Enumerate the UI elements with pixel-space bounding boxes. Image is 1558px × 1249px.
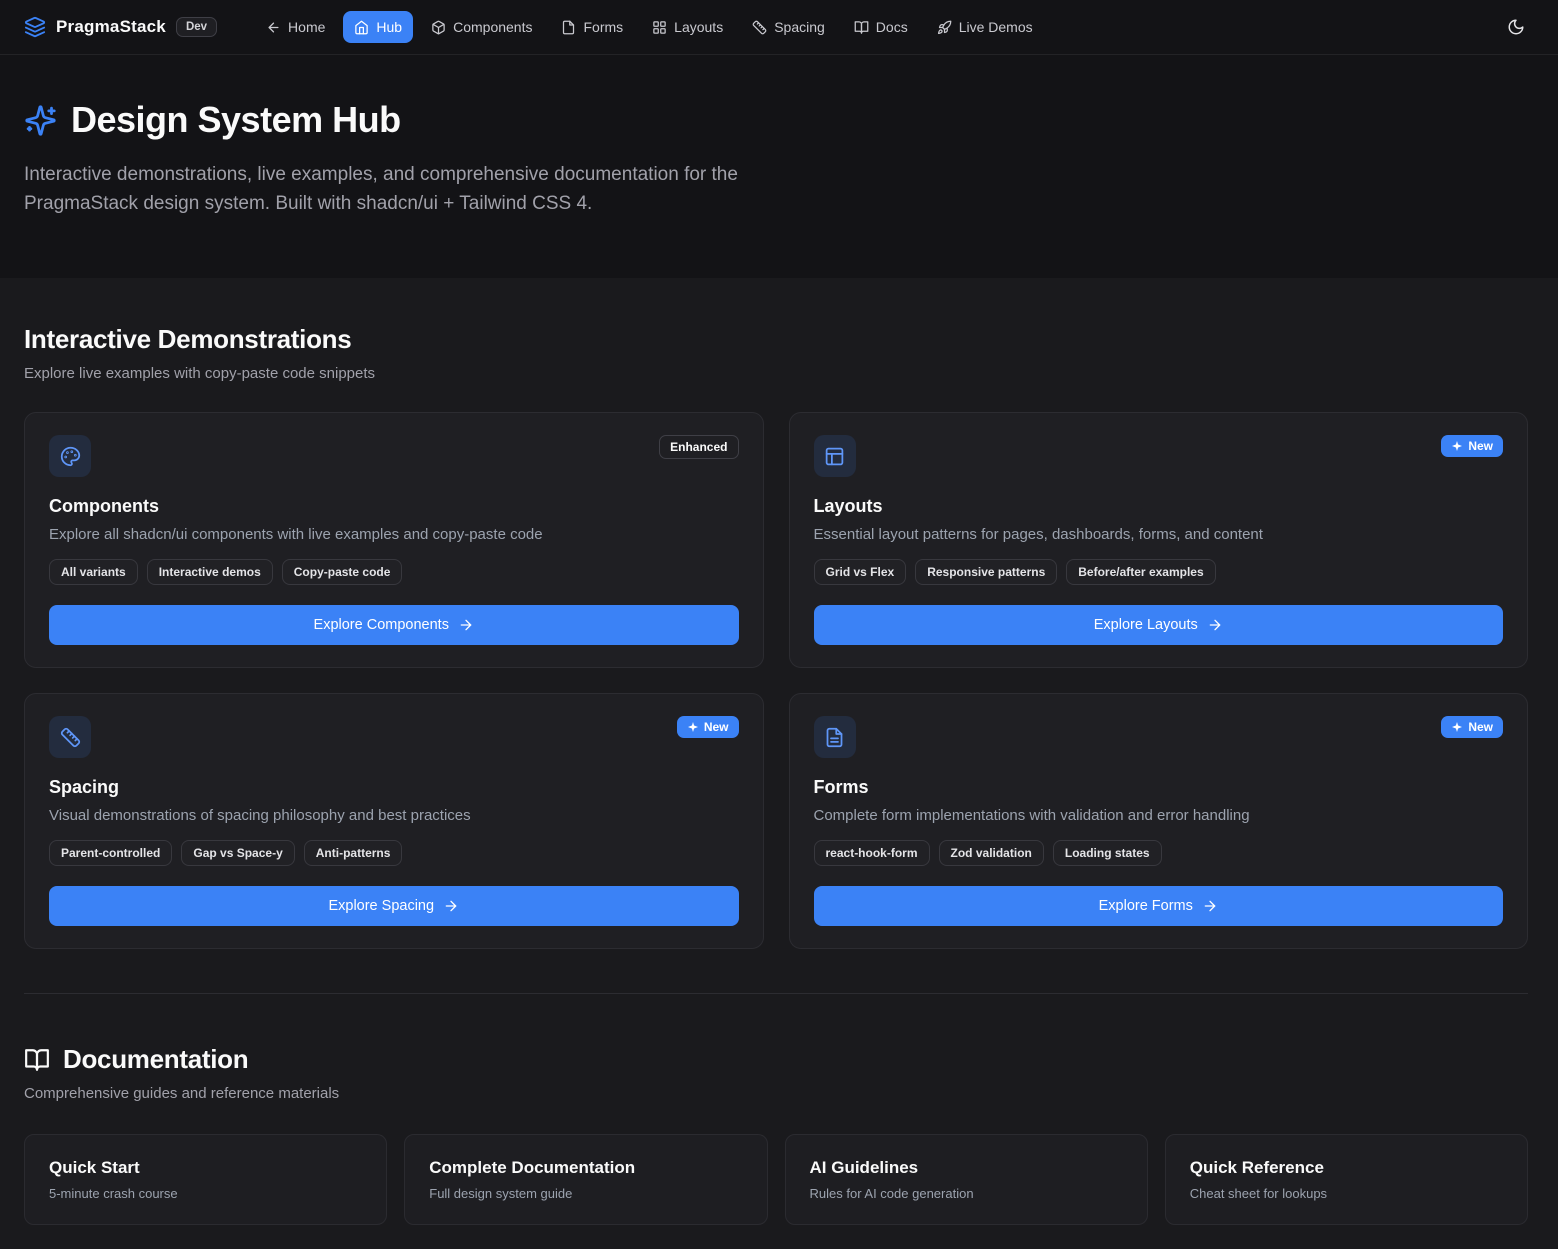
explore-forms-button[interactable]: Explore Forms — [814, 886, 1504, 926]
card-description: Visual demonstrations of spacing philoso… — [49, 807, 739, 824]
layers-logo-icon — [24, 16, 46, 38]
explore-layouts-button[interactable]: Explore Layouts — [814, 605, 1504, 645]
house-icon — [354, 20, 369, 35]
demos-section-title: Interactive Demonstrations — [24, 278, 1528, 355]
new-badge: New — [1441, 716, 1503, 738]
palette-icon — [49, 435, 91, 477]
tag: Zod validation — [939, 840, 1044, 866]
tag: react-hook-form — [814, 840, 930, 866]
card-description: Explore all shadcn/ui components with li… — [49, 526, 739, 543]
doc-card-grid: Quick Start 5-minute crash course Comple… — [24, 1134, 1528, 1225]
tag-list: All variants Interactive demos Copy-past… — [49, 559, 739, 585]
layout-panel-icon — [814, 435, 856, 477]
brand-name: PragmaStack — [56, 17, 166, 37]
docs-section: Documentation Comprehensive guides and r… — [24, 994, 1528, 1225]
demos-section: Interactive Demonstrations Explore live … — [24, 278, 1528, 949]
arrow-right-icon — [1202, 898, 1218, 914]
arrow-right-icon — [1207, 617, 1223, 633]
book-open-icon — [854, 20, 869, 35]
tag: Gap vs Space-y — [181, 840, 294, 866]
doc-card-quick-reference[interactable]: Quick Reference Cheat sheet for lookups — [1165, 1134, 1528, 1225]
card-title: Layouts — [814, 496, 1504, 517]
card-title: Forms — [814, 777, 1504, 798]
doc-card-title: Complete Documentation — [429, 1158, 742, 1178]
nav-item-live-demos[interactable]: Live Demos — [926, 11, 1044, 43]
doc-card-quick-start[interactable]: Quick Start 5-minute crash course — [24, 1134, 387, 1225]
tag: Before/after examples — [1066, 559, 1215, 585]
nav-item-layouts[interactable]: Layouts — [641, 11, 734, 43]
enhanced-badge: Enhanced — [659, 435, 738, 459]
nav-item-forms[interactable]: Forms — [550, 11, 634, 43]
tag: Interactive demos — [147, 559, 273, 585]
new-badge: New — [677, 716, 739, 738]
navbar: PragmaStack Dev Home Hub Components Form… — [0, 0, 1558, 55]
explore-components-button[interactable]: Explore Components — [49, 605, 739, 645]
explore-spacing-button[interactable]: Explore Spacing — [49, 886, 739, 926]
new-badge: New — [1441, 435, 1503, 457]
sparkle-icon — [1451, 721, 1463, 733]
ruler-icon — [49, 716, 91, 758]
spacing-card: New Spacing Visual demonstrations of spa… — [24, 693, 764, 949]
tag: Grid vs Flex — [814, 559, 907, 585]
book-open-icon — [24, 1047, 50, 1073]
brand[interactable]: PragmaStack Dev — [24, 16, 217, 38]
file-text-icon — [814, 716, 856, 758]
docs-section-title: Documentation — [63, 1044, 248, 1075]
doc-card-title: Quick Reference — [1190, 1158, 1503, 1178]
nav-item-spacing[interactable]: Spacing — [741, 11, 836, 43]
doc-card-title: Quick Start — [49, 1158, 362, 1178]
nav-item-components[interactable]: Components — [420, 11, 543, 43]
doc-card-subtitle: Rules for AI code generation — [810, 1186, 1123, 1201]
tag-list: Grid vs Flex Responsive patterns Before/… — [814, 559, 1504, 585]
sparkle-icon — [687, 721, 699, 733]
demos-section-subtitle: Explore live examples with copy-paste co… — [24, 365, 1528, 382]
arrow-left-icon — [266, 20, 281, 35]
box-icon — [431, 20, 446, 35]
doc-card-subtitle: 5-minute crash course — [49, 1186, 362, 1201]
tag: Copy-paste code — [282, 559, 403, 585]
moon-icon — [1507, 18, 1525, 36]
doc-card-complete-documentation[interactable]: Complete Documentation Full design syste… — [404, 1134, 767, 1225]
doc-card-title: AI Guidelines — [810, 1158, 1123, 1178]
layout-grid-icon — [652, 20, 667, 35]
doc-card-ai-guidelines[interactable]: AI Guidelines Rules for AI code generati… — [785, 1134, 1148, 1225]
arrow-right-icon — [443, 898, 459, 914]
env-badge: Dev — [176, 17, 217, 37]
rocket-icon — [937, 20, 952, 35]
card-title: Spacing — [49, 777, 739, 798]
sparkle-icon — [1451, 440, 1463, 452]
tag: Loading states — [1053, 840, 1162, 866]
nav-links: Home Hub Components Forms Layouts Spacin… — [255, 11, 1044, 43]
tag-list: Parent-controlled Gap vs Space-y Anti-pa… — [49, 840, 739, 866]
nav-item-docs[interactable]: Docs — [843, 11, 919, 43]
tag: Anti-patterns — [304, 840, 403, 866]
layouts-card: New Layouts Essential layout patterns fo… — [789, 412, 1529, 668]
tag: Responsive patterns — [915, 559, 1057, 585]
demo-card-grid: Enhanced Components Explore all shadcn/u… — [24, 412, 1528, 949]
docs-section-subtitle: Comprehensive guides and reference mater… — [24, 1085, 1528, 1102]
doc-card-subtitle: Cheat sheet for lookups — [1190, 1186, 1503, 1201]
card-description: Complete form implementations with valid… — [814, 807, 1504, 824]
card-title: Components — [49, 496, 739, 517]
main-content: Interactive Demonstrations Explore live … — [0, 278, 1558, 1249]
nav-item-home[interactable]: Home — [255, 11, 336, 43]
tag: Parent-controlled — [49, 840, 172, 866]
ruler-icon — [752, 20, 767, 35]
file-icon — [561, 20, 576, 35]
arrow-right-icon — [458, 617, 474, 633]
components-card: Enhanced Components Explore all shadcn/u… — [24, 412, 764, 668]
hero: Design System Hub Interactive demonstrat… — [0, 55, 1558, 278]
page-title: Design System Hub — [71, 99, 401, 141]
nav-item-hub[interactable]: Hub — [343, 11, 413, 43]
forms-card: New Forms Complete form implementations … — [789, 693, 1529, 949]
doc-card-subtitle: Full design system guide — [429, 1186, 742, 1201]
card-description: Essential layout patterns for pages, das… — [814, 526, 1504, 543]
sparkles-icon — [24, 104, 57, 137]
theme-toggle-button[interactable] — [1498, 9, 1534, 45]
tag-list: react-hook-form Zod validation Loading s… — [814, 840, 1504, 866]
page-subtitle: Interactive demonstrations, live example… — [24, 161, 779, 218]
tag: All variants — [49, 559, 138, 585]
